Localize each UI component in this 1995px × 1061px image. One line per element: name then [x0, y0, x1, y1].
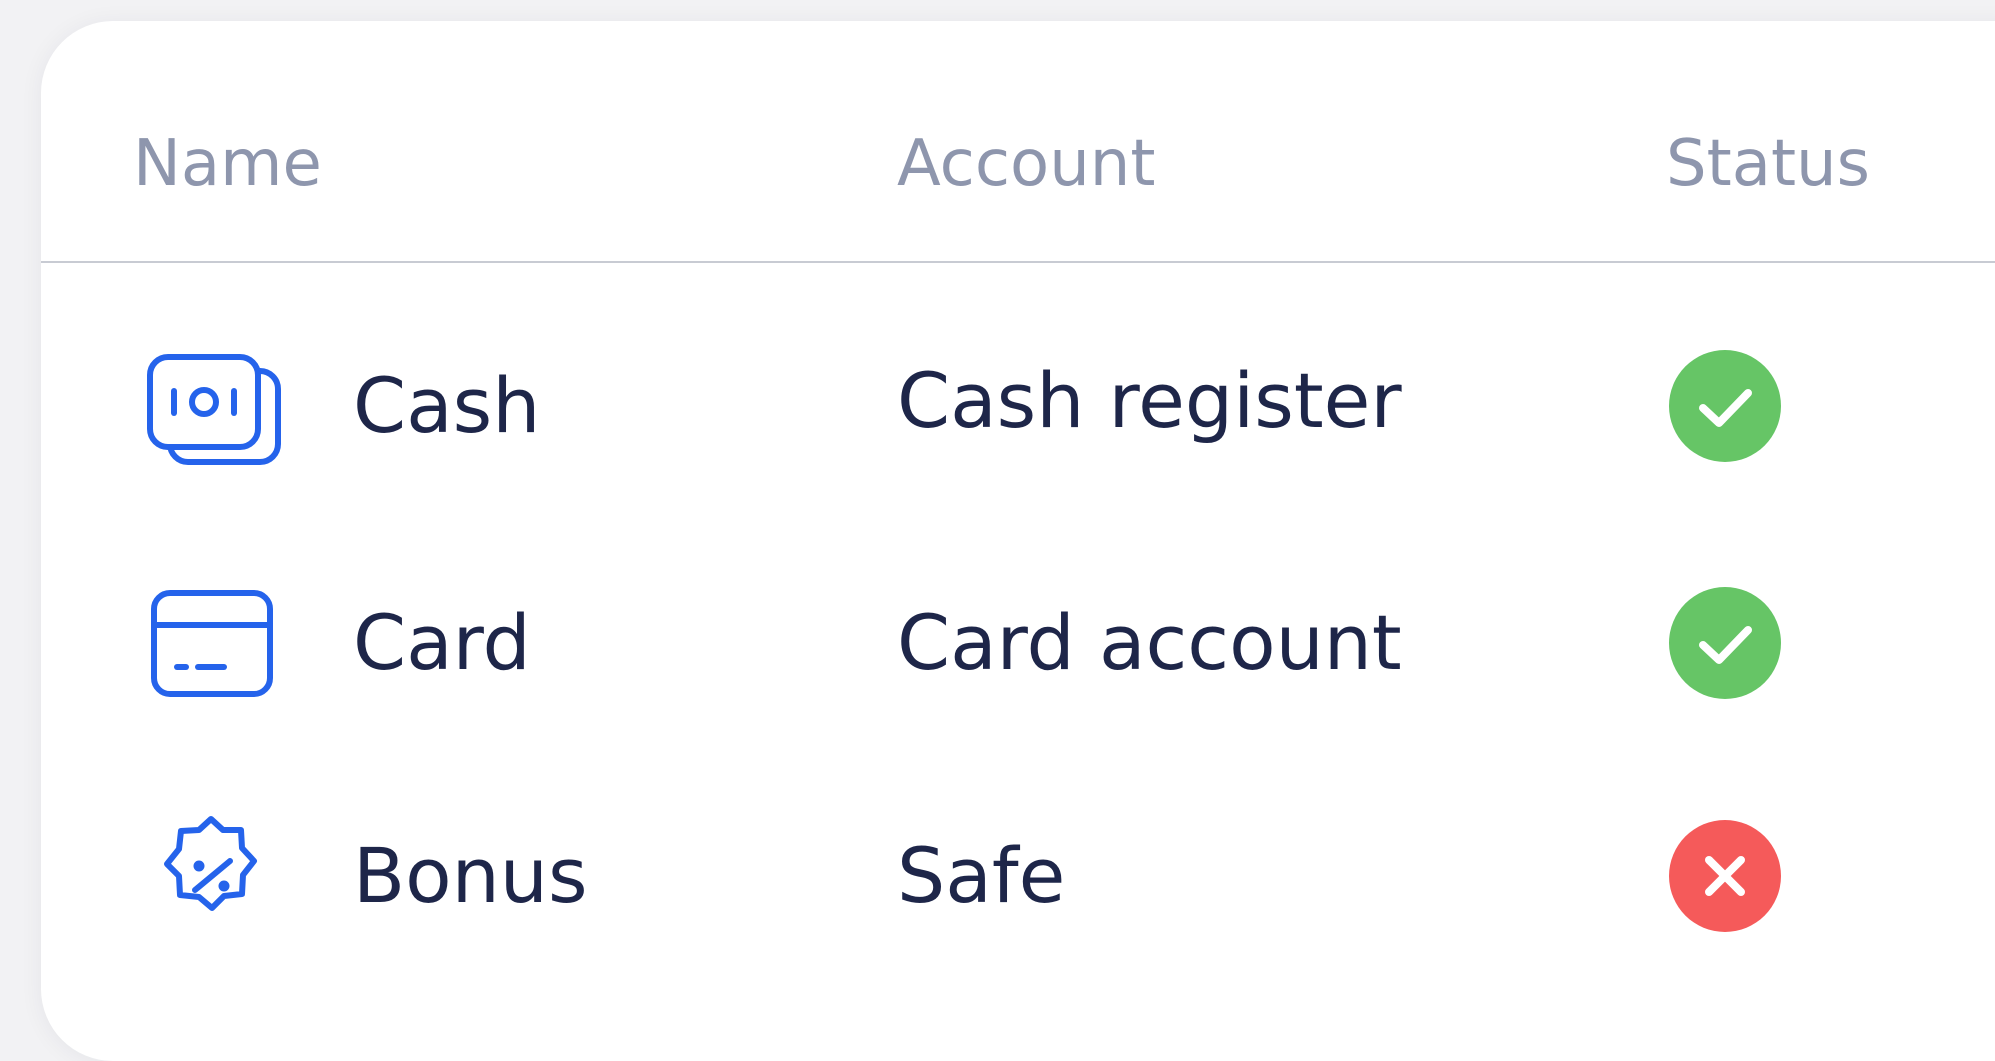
close-icon	[1705, 856, 1745, 896]
card-icon	[140, 578, 284, 708]
check-icon	[1699, 389, 1752, 427]
row-account: Card account	[897, 598, 1402, 687]
table-row-cash[interactable]: Cash Cash register	[0, 341, 1995, 471]
status-badge-inactive	[1669, 820, 1781, 932]
table-row-bonus[interactable]: Bonus Safe	[0, 811, 1995, 941]
header-divider	[41, 261, 1995, 263]
column-header-name[interactable]: Name	[133, 124, 322, 204]
status-badge-active	[1669, 350, 1781, 462]
row-account: Safe	[897, 831, 1066, 920]
row-name: Bonus	[353, 831, 588, 920]
table-row-card[interactable]: Card Card account	[0, 578, 1995, 708]
discount-badge-icon	[140, 811, 284, 941]
row-account: Cash register	[897, 356, 1402, 445]
column-header-status[interactable]: Status	[1666, 124, 1870, 204]
row-name: Card	[353, 598, 531, 687]
row-name: Cash	[353, 361, 541, 450]
check-icon	[1699, 626, 1752, 664]
column-header-account[interactable]: Account	[897, 124, 1155, 204]
cash-icon	[140, 341, 284, 471]
status-badge-active	[1669, 587, 1781, 699]
